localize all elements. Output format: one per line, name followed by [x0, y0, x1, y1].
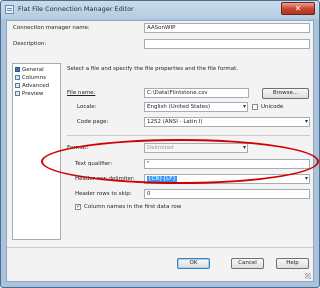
separator: [67, 135, 310, 136]
description-input[interactable]: [144, 39, 310, 49]
dialog-window: Flat File Connection Manager Editor ✕ Co…: [0, 0, 320, 288]
close-button[interactable]: ✕: [281, 2, 315, 15]
window-icon: [5, 5, 14, 14]
page-icon: [15, 90, 20, 96]
help-button[interactable]: Help: [276, 258, 309, 269]
locale-label: Locale:: [77, 104, 97, 110]
unicode-label: Unicode: [261, 104, 284, 110]
annotation-ellipse: [41, 139, 319, 184]
column-names-checkbox[interactable]: [75, 203, 81, 210]
nav-item-label: Advanced: [22, 83, 50, 89]
browse-button[interactable]: Browse...: [262, 88, 309, 99]
nav-item-columns[interactable]: Columns: [14, 74, 46, 82]
intro-text: Select a file and specify the file prope…: [67, 66, 238, 72]
connection-name-label: Connection manager name:: [13, 25, 90, 31]
cancel-button[interactable]: Cancel: [231, 258, 264, 269]
nav-item-advanced[interactable]: Advanced: [14, 82, 49, 90]
nav-item-label: General: [22, 67, 44, 73]
file-name-label: File name:: [67, 90, 96, 96]
nav-item-general[interactable]: General: [14, 66, 44, 74]
code-page-select[interactable]: 1252 (ANSI - Latin I): [144, 117, 310, 127]
close-icon: ✕: [294, 4, 302, 13]
connection-name-input[interactable]: AASonWIP: [144, 23, 310, 33]
locale-select[interactable]: English (United States): [144, 102, 248, 112]
nav-item-preview[interactable]: Preview: [14, 90, 43, 98]
unicode-checkbox[interactable]: [252, 104, 258, 110]
page-icon: [15, 82, 20, 88]
ok-button[interactable]: OK: [177, 258, 210, 269]
column-names-label: Column names in the first data row: [84, 204, 182, 210]
description-label: Description:: [13, 41, 47, 47]
file-name-input[interactable]: C:\Data\Flintstone.csv: [144, 88, 249, 98]
title-bar[interactable]: Flat File Connection Manager Editor ✕: [1, 1, 319, 19]
resize-grip[interactable]: [305, 273, 311, 279]
header-rows-skip-input[interactable]: 0: [144, 189, 310, 199]
page-icon: [15, 66, 20, 72]
page-icon: [15, 74, 20, 80]
nav-item-label: Preview: [22, 91, 44, 97]
nav-item-label: Columns: [22, 75, 46, 81]
footer-separator: [7, 247, 313, 248]
header-rows-skip-label: Header rows to skip:: [75, 191, 132, 197]
window-title: Flat File Connection Manager Editor: [18, 5, 134, 13]
code-page-label: Code page:: [77, 119, 109, 125]
